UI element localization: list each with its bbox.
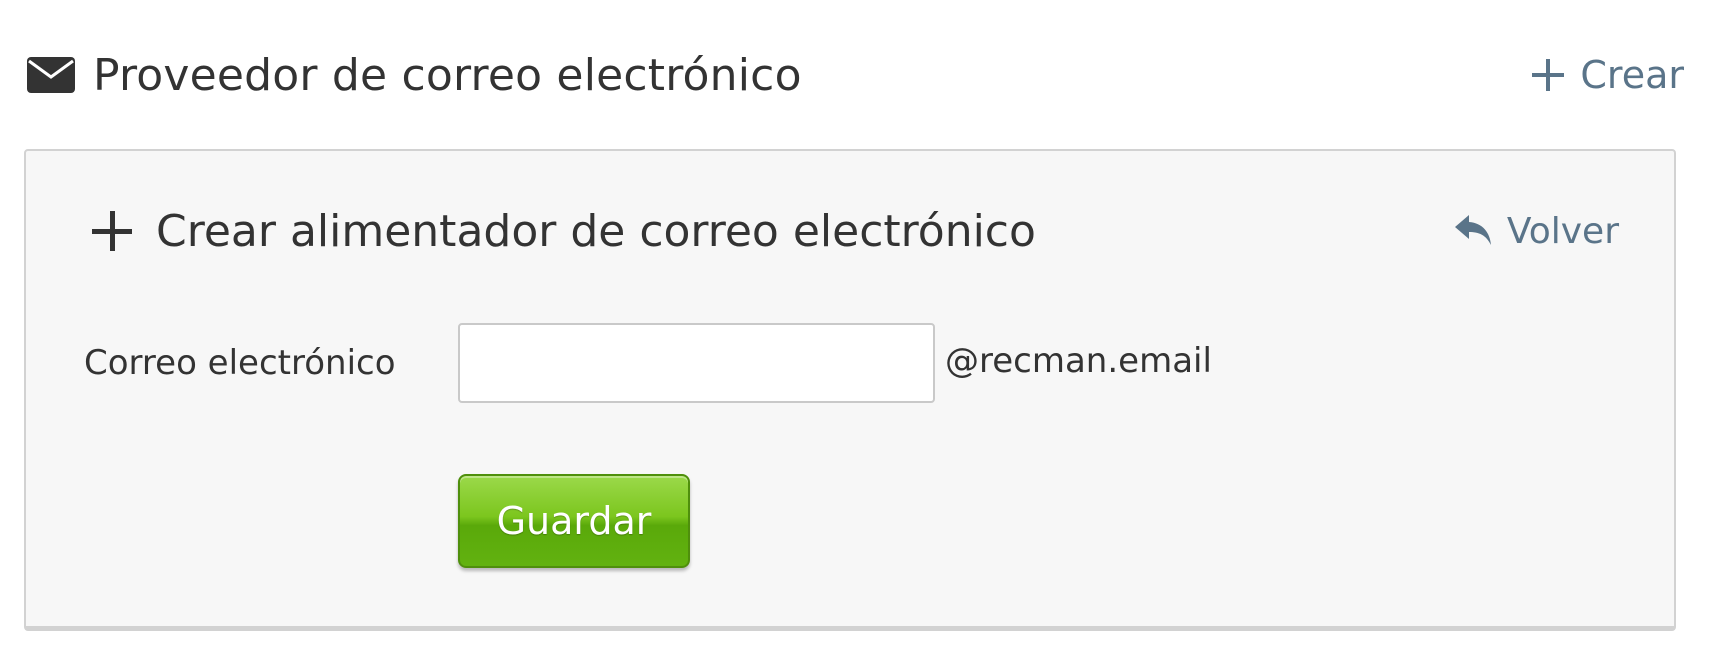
email-field[interactable] xyxy=(458,323,935,403)
page-header: Proveedor de correo electrónico Crear xyxy=(27,40,1684,110)
panel-title: Crear alimentador de correo electrónico xyxy=(156,205,1036,257)
plus-icon xyxy=(1532,59,1565,91)
create-button[interactable]: Crear xyxy=(1532,53,1684,97)
reply-arrow-icon xyxy=(1453,213,1495,249)
create-feeder-panel: Crear alimentador de correo electrónico … xyxy=(24,149,1676,631)
panel-title-group: Crear alimentador de correo electrónico xyxy=(92,206,1036,257)
email-label: Correo electrónico xyxy=(84,343,396,383)
page-title: Proveedor de correo electrónico xyxy=(93,49,802,101)
plus-icon xyxy=(92,211,132,251)
panel-header: Crear alimentador de correo electrónico … xyxy=(92,201,1619,261)
create-label: Crear xyxy=(1580,53,1684,97)
page-title-group: Proveedor de correo electrónico xyxy=(27,50,802,101)
envelope-icon xyxy=(27,55,75,95)
email-form-row: Correo electrónico @recman.email xyxy=(84,323,1212,403)
page: Proveedor de correo electrónico Crear Cr… xyxy=(0,0,1709,660)
email-domain-suffix: @recman.email xyxy=(945,341,1212,381)
back-label: Volver xyxy=(1506,210,1619,252)
save-button[interactable]: Guardar xyxy=(458,474,690,568)
back-button[interactable]: Volver xyxy=(1453,211,1619,252)
